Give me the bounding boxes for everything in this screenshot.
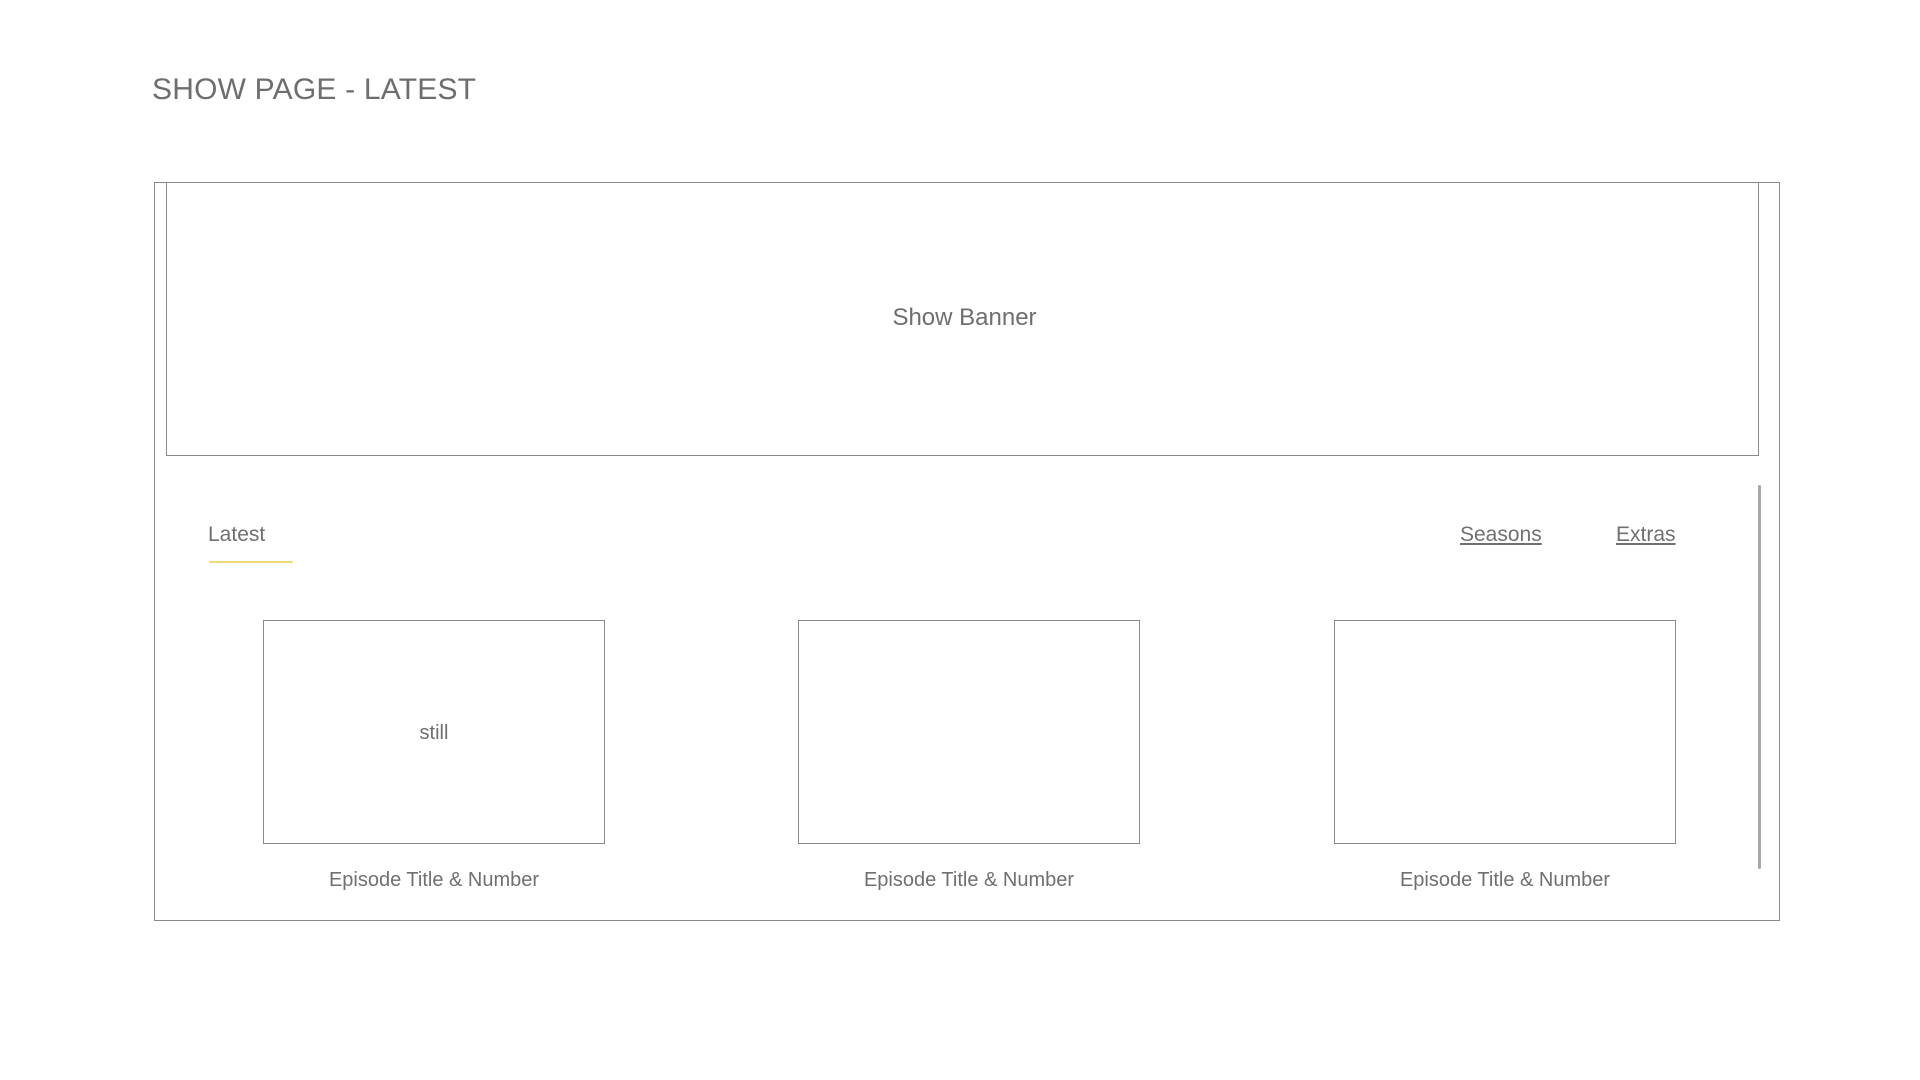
- episode-title[interactable]: Episode Title & Number: [798, 867, 1140, 893]
- tab-extras[interactable]: Extras: [1616, 521, 1676, 549]
- episode-still[interactable]: still: [263, 620, 605, 844]
- episode-card[interactable]: still Episode Title & Number: [263, 620, 605, 893]
- tab-latest[interactable]: Latest: [208, 521, 265, 549]
- show-banner: Show Banner: [166, 182, 1759, 456]
- page-title: SHOW PAGE - LATEST: [152, 73, 477, 106]
- still-label: still: [419, 721, 449, 744]
- tab-seasons[interactable]: Seasons: [1460, 521, 1542, 549]
- episode-title[interactable]: Episode Title & Number: [263, 867, 605, 893]
- show-banner-label: Show Banner: [892, 304, 1037, 331]
- episode-card[interactable]: Episode Title & Number: [798, 620, 1140, 893]
- page: SHOW PAGE - LATEST Show Banner Latest Se…: [0, 0, 1920, 1080]
- vertical-scrollbar[interactable]: [1758, 485, 1761, 869]
- active-tab-indicator: [209, 561, 293, 563]
- show-page-frame: Show Banner Latest Seasons Extras still …: [154, 182, 1780, 921]
- episode-still[interactable]: [1334, 620, 1676, 844]
- episode-still[interactable]: [798, 620, 1140, 844]
- episode-title[interactable]: Episode Title & Number: [1334, 867, 1676, 893]
- episode-card[interactable]: Episode Title & Number: [1334, 620, 1676, 893]
